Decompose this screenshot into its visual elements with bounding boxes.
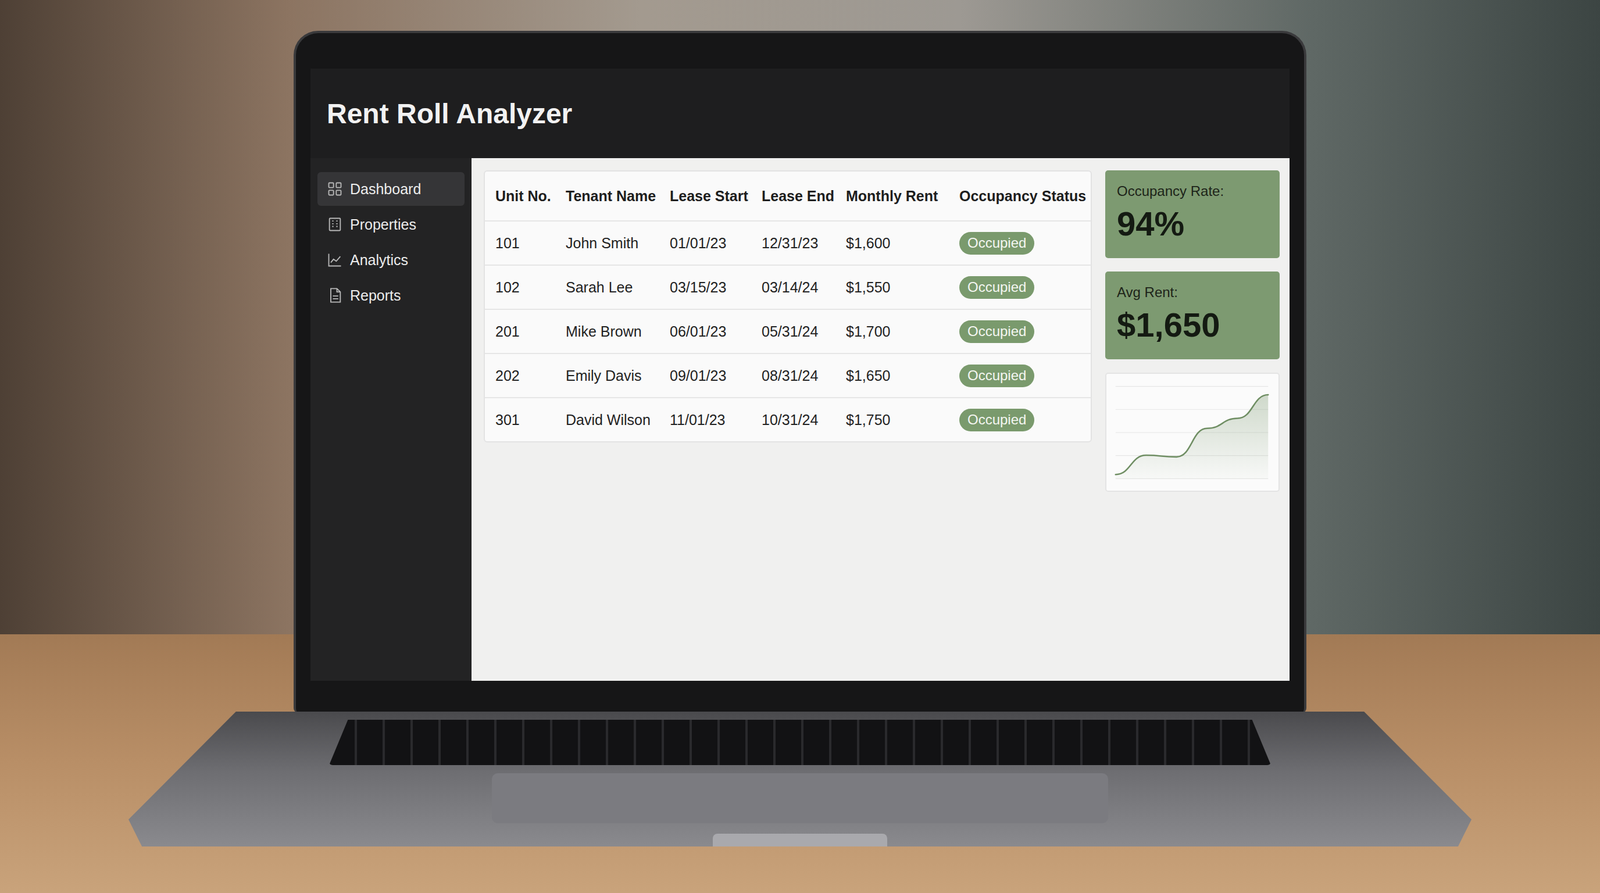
office-scene: Rent Roll Analyzer Dashboard Properties Ana… bbox=[0, 0, 1600, 893]
table-cell: 06/01/23 bbox=[669, 323, 762, 341]
column-header[interactable]: Lease End bbox=[761, 187, 846, 205]
dashboard-icon bbox=[326, 180, 344, 198]
table-cell: 05/31/24 bbox=[761, 323, 846, 341]
table-cell: 10/31/24 bbox=[761, 411, 846, 429]
keyboard bbox=[329, 719, 1271, 766]
line-chart-icon bbox=[326, 251, 344, 269]
status-badge: Occupied bbox=[959, 320, 1035, 344]
table-cell: 03/15/23 bbox=[669, 279, 762, 296]
app-body: Dashboard Properties Analytics Reports Unit … bbox=[310, 158, 1290, 681]
table-cell: $1,650 bbox=[845, 367, 960, 385]
stat-card: Occupancy Rate: 94% bbox=[1105, 170, 1280, 259]
sidebar-item[interactable]: Properties bbox=[317, 207, 465, 242]
table-cell: 202 bbox=[495, 367, 566, 385]
status-cell: Occupied bbox=[959, 408, 1091, 432]
chart-line bbox=[1115, 394, 1269, 475]
table-cell: David Wilson bbox=[565, 411, 670, 429]
dashboard-content: Unit No.Tenant NameLease StartLease EndM… bbox=[471, 158, 1290, 681]
status-cell: Occupied bbox=[959, 364, 1091, 388]
document-icon bbox=[326, 287, 344, 304]
building-icon bbox=[326, 216, 344, 233]
sidebar-item-label: Properties bbox=[350, 216, 417, 234]
table-cell: $1,600 bbox=[845, 234, 960, 252]
status-cell: Occupied bbox=[959, 276, 1091, 299]
table-cell: 08/31/24 bbox=[761, 367, 846, 385]
table-cell: 301 bbox=[495, 411, 566, 429]
table-cell: Sarah Lee bbox=[565, 279, 670, 296]
column-header[interactable]: Tenant Name bbox=[565, 187, 670, 205]
column-header[interactable]: Occupancy Status bbox=[959, 187, 1091, 205]
status-badge: Occupied bbox=[959, 364, 1035, 388]
stats-column: Occupancy Rate: 94% Avg Rent: $1,650 bbox=[1105, 170, 1280, 492]
app-window: Rent Roll Analyzer Dashboard Properties Ana… bbox=[310, 68, 1290, 681]
status-cell: Occupied bbox=[959, 231, 1091, 255]
title-bar: Rent Roll Analyzer bbox=[310, 68, 1290, 159]
chart-card bbox=[1105, 372, 1280, 492]
table-row[interactable]: 202Emily Davis09/01/2308/31/24$1,650Occu… bbox=[484, 352, 1091, 398]
sidebar-item[interactable]: Analytics bbox=[317, 243, 465, 277]
front-notch bbox=[712, 833, 888, 847]
table-cell: John Smith bbox=[565, 234, 670, 252]
table-cell: 11/01/23 bbox=[669, 411, 762, 429]
sidebar: Dashboard Properties Analytics Reports bbox=[310, 158, 472, 681]
table-row[interactable]: 301David Wilson11/01/2310/31/24$1,750Occ… bbox=[484, 397, 1091, 442]
table-cell: 101 bbox=[495, 234, 566, 252]
table-header: Unit No.Tenant NameLease StartLease EndM… bbox=[484, 171, 1091, 221]
grid-line bbox=[1115, 386, 1269, 387]
table-cell: 09/01/23 bbox=[669, 367, 762, 385]
stat-value: 94% bbox=[1116, 204, 1269, 244]
chart-area bbox=[1115, 394, 1269, 479]
status-badge: Occupied bbox=[959, 408, 1035, 432]
table-row[interactable]: 101John Smith01/01/2312/31/23$1,600Occup… bbox=[484, 220, 1091, 265]
table-cell: 12/31/23 bbox=[761, 234, 846, 252]
sidebar-item-label: Reports bbox=[350, 287, 402, 305]
table-cell: Emily Davis bbox=[565, 367, 670, 385]
grid-line bbox=[1115, 409, 1269, 410]
sidebar-item[interactable]: Dashboard bbox=[317, 172, 465, 206]
table-cell: 201 bbox=[495, 323, 566, 341]
status-badge: Occupied bbox=[959, 231, 1035, 255]
line-chart bbox=[1106, 373, 1279, 491]
sidebar-item[interactable]: Reports bbox=[317, 278, 465, 313]
laptop-lid: Rent Roll Analyzer Dashboard Properties Ana… bbox=[293, 30, 1307, 713]
sidebar-item-label: Analytics bbox=[350, 251, 409, 269]
app-title: Rent Roll Analyzer bbox=[326, 97, 573, 130]
table-row[interactable]: 102Sarah Lee03/15/2303/14/24$1,550Occupi… bbox=[484, 264, 1091, 309]
stat-label: Avg Rent: bbox=[1116, 284, 1269, 301]
column-header[interactable]: Lease Start bbox=[669, 187, 762, 205]
table-cell: Mike Brown bbox=[565, 323, 670, 341]
column-header[interactable]: Unit No. bbox=[495, 187, 566, 205]
status-cell: Occupied bbox=[959, 320, 1091, 344]
laptop-base bbox=[128, 711, 1472, 847]
table-cell: 01/01/23 bbox=[669, 234, 762, 252]
table-cell: $1,550 bbox=[845, 279, 960, 296]
stat-label: Occupancy Rate: bbox=[1116, 183, 1269, 200]
status-badge: Occupied bbox=[959, 276, 1035, 299]
column-header[interactable]: Monthly Rent bbox=[845, 187, 960, 205]
table-cell: $1,700 bbox=[845, 323, 960, 341]
rent-roll-table: Unit No.Tenant NameLease StartLease EndM… bbox=[483, 170, 1092, 443]
table-cell: $1,750 bbox=[845, 411, 960, 429]
stat-card: Avg Rent: $1,650 bbox=[1105, 271, 1280, 360]
trackpad bbox=[491, 773, 1109, 824]
table-row[interactable]: 201Mike Brown06/01/2305/31/24$1,700Occup… bbox=[484, 308, 1091, 353]
stat-value: $1,650 bbox=[1116, 305, 1269, 345]
sidebar-item-label: Dashboard bbox=[350, 180, 421, 198]
table-cell: 03/14/24 bbox=[761, 279, 846, 296]
table-cell: 102 bbox=[495, 279, 566, 296]
